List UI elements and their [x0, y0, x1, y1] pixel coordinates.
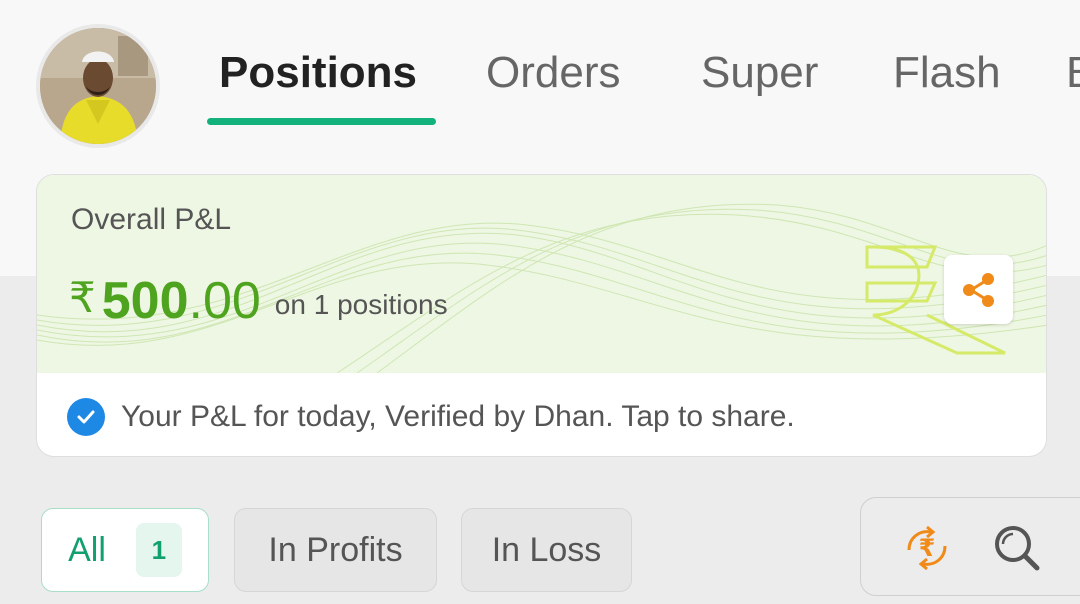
filter-all-label: All	[68, 530, 106, 569]
pnl-amount-decimal: .00	[188, 272, 261, 330]
rupee-convert-icon: ₹	[907, 525, 947, 571]
search-icon	[995, 526, 1040, 571]
pnl-title: Overall P&L	[71, 203, 232, 236]
pnl-card-banner: Overall P&L ₹500.00 on 1 positions	[37, 175, 1046, 373]
tab-bar: Positions Orders Super Flash B	[0, 0, 1080, 140]
active-tab-indicator	[207, 118, 436, 125]
filter-in-loss-label: In Loss	[491, 530, 602, 569]
filter-in-profits[interactable]: In Profits	[234, 508, 437, 592]
tab-partial[interactable]: B	[1066, 48, 1080, 98]
filter-all-count: 1	[135, 523, 182, 577]
pnl-card[interactable]: Overall P&L ₹500.00 on 1 positions Your P…	[36, 174, 1047, 457]
tab-positions[interactable]: Positions	[219, 48, 417, 98]
filter-all[interactable]: All 1	[41, 508, 209, 592]
rupee-symbol: ₹	[69, 274, 96, 321]
filter-in-profits-label: In Profits	[268, 530, 403, 569]
tools-panel: ₹	[860, 497, 1080, 596]
pnl-amount: ₹500.00 on 1 positions	[69, 271, 448, 331]
svg-text:₹: ₹	[919, 534, 936, 562]
pnl-positions-count: on 1 positions	[274, 289, 448, 320]
share-icon	[962, 272, 994, 307]
verified-note[interactable]: Your P&L for today, Verified by Dhan. Ta…	[67, 395, 795, 439]
rupee-convert-button[interactable]: ₹	[899, 520, 955, 576]
tab-orders[interactable]: Orders	[486, 48, 620, 98]
tab-super[interactable]: Super	[701, 48, 818, 98]
filter-in-loss[interactable]: In Loss	[461, 508, 632, 592]
tab-flash[interactable]: Flash	[893, 48, 1001, 98]
share-button[interactable]	[944, 255, 1013, 324]
search-button[interactable]	[991, 522, 1043, 574]
check-circle-icon	[67, 398, 105, 436]
verified-text: Your P&L for today, Verified by Dhan. Ta…	[121, 400, 795, 433]
pnl-amount-integer: 500	[101, 272, 189, 330]
